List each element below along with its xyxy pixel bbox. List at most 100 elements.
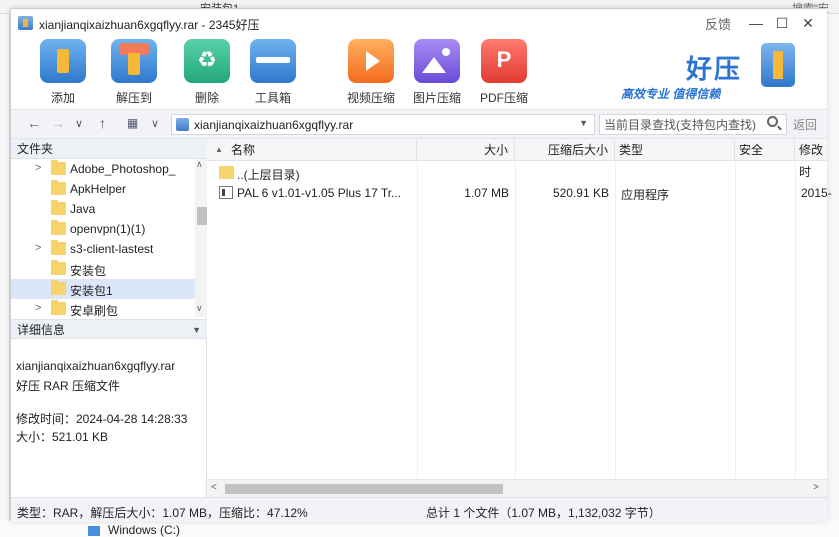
column-divider [795,161,796,479]
expand-arrow[interactable]: > [35,242,41,254]
haozip-window: xianjianqixaizhuan6xgqflyy.rar - 2345好压 … [10,8,832,522]
folder-icon [51,300,66,315]
pdf-compress-label: PDF压缩 [479,91,528,105]
tree-item-label: 安装包 [70,264,107,278]
image-compress-button[interactable]: 图片压缩 [407,39,467,106]
detail-modified: 修改时间：2024-04-28 14:28:33 [16,412,188,426]
tree-item-label: openvpn(1)(1) [70,222,146,236]
search-input[interactable] [599,114,787,135]
view-mode-icon[interactable]: ▦ [127,116,138,130]
column-name[interactable]: ▲ 名称 [207,139,417,161]
tree-item-label: s3-client-lastest [70,242,154,256]
extract-to-button[interactable]: 解压到 [104,39,164,106]
sort-indicator-icon: ▲ [215,145,223,154]
add-button[interactable]: 添加 [33,39,93,106]
column-divider [515,161,516,479]
scroll-right-icon[interactable]: > [813,482,819,493]
tree-item[interactable]: > s3-client-lastest [11,239,195,259]
chevron-down-icon[interactable]: ▼ [192,320,201,340]
column-modified[interactable]: 修改时 [795,139,827,179]
back-button[interactable]: ← [27,115,41,131]
tree-item-label: 安卓刷包 [70,304,119,317]
tree-item[interactable]: > Adobe_Photoshop_ [11,159,195,179]
background-drive-label: Windows (C:) [108,523,181,537]
column-packed-size[interactable]: 压缩后大小 [515,139,615,161]
tree-item[interactable]: > 安卓刷包 [11,299,195,317]
column-divider [615,161,616,479]
return-button[interactable]: 返回 [793,116,817,133]
rar-archive-icon [176,118,189,131]
folder-icon [51,160,66,175]
column-size[interactable]: 大小 [417,139,515,161]
address-dropdown[interactable]: ▼ [579,118,588,128]
search-icon[interactable] [767,116,778,127]
image-compress-label: 图片压缩 [412,91,461,105]
scroll-down-icon[interactable]: ∨ [196,303,203,314]
toolbox-button[interactable]: 工具箱 [243,39,303,106]
brand-slogan: 高效专业 值得信赖 [621,87,721,101]
folder-icon [51,280,66,295]
scroll-up-icon[interactable]: ∧ [196,159,203,170]
expand-arrow[interactable]: > [35,302,41,314]
folder-icon [51,260,66,275]
feedback-button[interactable]: 反馈 [705,14,731,33]
tree-item-label: Adobe_Photoshop_ [70,162,176,176]
video-compress-button[interactable]: 视频压缩 [341,39,401,106]
up-level-button[interactable]: ↑ [99,115,106,131]
add-archive-icon [40,39,86,83]
folder-icon [51,220,66,235]
background-drive-item[interactable]: Windows (C:) [88,523,180,537]
detail-type: 好压 RAR 压缩文件 [16,379,121,393]
scroll-left-icon[interactable]: < [211,482,217,493]
window-title: xianjianqixaizhuan6xgqflyy.rar - 2345好压 [39,18,260,32]
horizontal-scrollbar[interactable]: < > [207,479,827,497]
view-mode-dropdown[interactable]: ∨ [151,117,159,130]
background-left-strip [0,14,10,537]
toolbox-icon [250,39,296,83]
close-button[interactable]: ✕ [795,13,821,33]
tree-item[interactable]: Java [11,199,195,219]
folder-icon [51,200,66,215]
column-name-label: 名称 [231,143,256,157]
tree-scrollbar[interactable]: ∧ ∨ [195,159,207,317]
status-total: 总计 1 个文件（1.07 MB，1,132,032 字节） [426,506,661,520]
tree-item[interactable]: openvpn(1)(1) [11,219,195,239]
status-bar: 类型：RAR，解压后大小：1.07 MB，压缩比：47.12% 总计 1 个文件… [11,497,827,522]
main-toolbar: 添加 解压到 删除 工具箱 视频压缩 图片压缩 PDF压缩 好压 [11,37,827,109]
pdf-compress-button[interactable]: PDF压缩 [474,39,534,106]
haozip-app-icon [18,16,33,30]
tree-item-label: ApkHelper [70,182,127,196]
video-compress-icon [348,39,394,83]
address-field[interactable]: xianjianqixaizhuan6xgqflyy.rar ▼ [171,114,595,135]
history-dropdown[interactable]: ∨ [75,117,83,130]
exe-icon [219,186,233,199]
status-archive-info: 类型：RAR，解压后大小：1.07 MB，压缩比：47.12% [17,506,308,520]
minimize-button[interactable]: — [743,13,769,33]
delete-button[interactable]: 删除 [177,39,237,106]
tree-item[interactable]: ApkHelper [11,179,195,199]
folder-icon [51,240,66,255]
horizontal-scroll-thumb[interactable] [225,484,503,494]
expand-arrow[interactable]: > [35,162,41,174]
file-name: ..(上层目录) [237,168,300,182]
video-compress-label: 视频压缩 [346,91,395,105]
file-row[interactable]: PAL 6 v1.01-v1.05 Plus 17 Tr... 1.07 MB … [207,183,832,203]
folder-icon [51,180,66,195]
title-bar[interactable]: xianjianqixaizhuan6xgqflyy.rar - 2345好压 … [11,9,827,37]
tree-item-label: 安装包1 [70,284,113,298]
column-safety[interactable]: 安全 [735,139,795,161]
delete-label: 删除 [194,91,219,105]
forward-button[interactable]: → [51,115,65,131]
tree-item[interactable]: 安装包 [11,259,195,279]
column-type[interactable]: 类型 [615,139,735,161]
tree-item-selected[interactable]: 安装包1 [11,279,195,299]
file-row-parent[interactable]: ..(上层目录) [207,163,827,183]
folder-icon [219,166,234,179]
file-list-pane: ▲ 名称 大小 压缩后大小 类型 安全 修改时 ..(上层目录) PAL 6 v… [207,139,832,497]
tree-scroll-thumb[interactable] [197,207,207,225]
background-right-strip [826,14,839,537]
column-divider [735,161,736,479]
maximize-button[interactable]: ☐ [769,13,795,33]
details-header[interactable]: 详细信息 ▼ [11,319,207,339]
pdf-compress-icon [481,39,527,83]
